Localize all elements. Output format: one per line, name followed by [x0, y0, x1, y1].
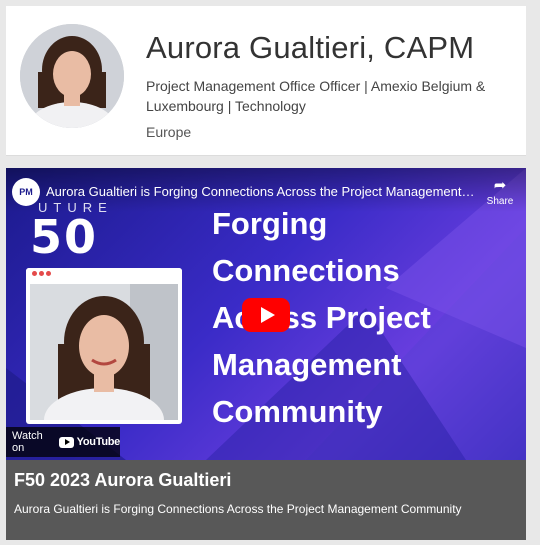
- avatar-photo: [20, 24, 124, 128]
- watch-on-youtube-button[interactable]: Watch on YouTube: [6, 427, 120, 457]
- browser-dot-icon: [39, 271, 44, 276]
- play-button[interactable]: [242, 298, 290, 332]
- share-arrow-icon: ➦: [493, 177, 507, 194]
- profile-name: Aurora Gualtieri, CAPM: [146, 30, 475, 65]
- browser-bar: [26, 268, 182, 280]
- headline-line: Management: [212, 347, 402, 382]
- play-icon: [260, 307, 275, 323]
- profile-location: Europe: [146, 124, 192, 140]
- browser-dot-icon: [46, 271, 51, 276]
- video-title-link[interactable]: Aurora Gualtieri is Forging Connections …: [46, 184, 476, 199]
- speaker-photo: [30, 284, 178, 420]
- video-caption-subtitle: Aurora Gualtieri is Forging Connections …: [14, 502, 462, 516]
- profile-headline: Project Management Office Officer | Amex…: [146, 78, 486, 114]
- youtube-logo-icon: [59, 436, 74, 448]
- avatar[interactable]: [20, 24, 124, 128]
- youtube-wordmark: YouTube: [76, 436, 121, 448]
- video-player[interactable]: PM Aurora Gualtieri is Forging Connectio…: [6, 168, 526, 460]
- video-card: PM Aurora Gualtieri is Forging Connectio…: [6, 168, 526, 540]
- headline-line: Connections: [212, 253, 400, 288]
- thumbnail-browser-window: [26, 268, 182, 424]
- watch-on-label: Watch on: [12, 430, 43, 454]
- headline-line: Forging: [212, 206, 328, 241]
- profile-card: Aurora Gualtieri, CAPM Project Managemen…: [6, 6, 526, 156]
- headline-line: Community: [212, 394, 383, 429]
- channel-logo[interactable]: PM: [12, 178, 40, 206]
- video-caption-title: F50 2023 Aurora Gualtieri: [14, 470, 232, 490]
- browser-dot-icon: [32, 271, 37, 276]
- f50-logo: 50: [30, 210, 99, 264]
